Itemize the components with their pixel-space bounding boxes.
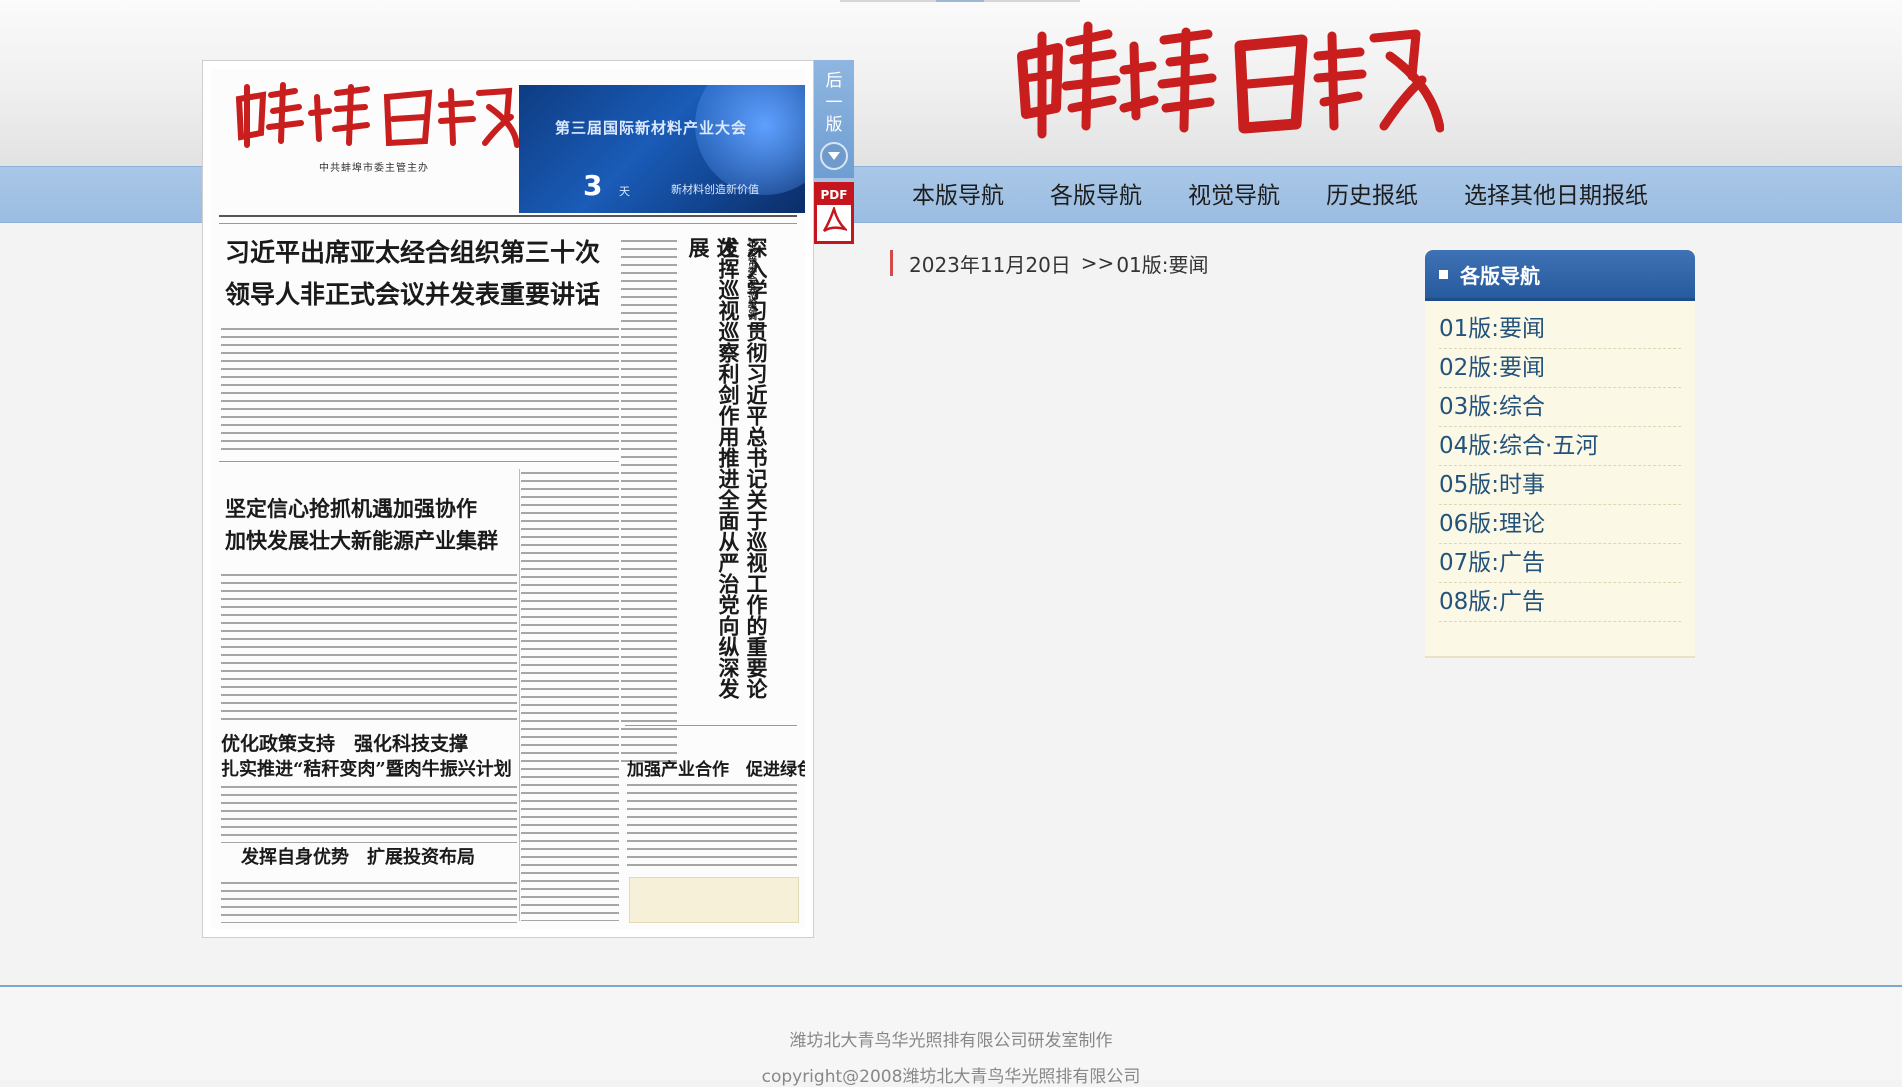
paper-headline-2b: 加快发展壮大新能源产业集群: [225, 528, 498, 553]
paper-nameplate: 中共蚌埠市委主管主办: [219, 79, 519, 179]
paper-text-block: [627, 781, 797, 871]
nav-visual[interactable]: 视觉导航: [1188, 176, 1280, 216]
paper-vertical-headline-2: 发挥巡视巡察利剑作用推进全面从严治党向纵深发展: [686, 237, 741, 699]
sidebar-item-page-07[interactable]: 07版:广告: [1439, 544, 1681, 583]
paper-column-rule: [519, 469, 520, 921]
paper-headline-1b: 领导人非正式会议并发表重要讲话: [225, 280, 601, 309]
pdf-icon: [822, 207, 847, 233]
newspaper-page-image[interactable]: 中共蚌埠市委主管主办 第三届国际新材料产业大会 3 天 新材料创造新价值 习近平…: [202, 60, 814, 938]
paper-headline-5: 加强产业合作 促进绿色发展: [627, 760, 805, 780]
paper-headline-1a: 习近平出席亚太经合组织第三十次: [225, 238, 601, 267]
sidebar-header: 各版导航: [1425, 250, 1695, 298]
paper-banner-ad: 第三届国际新材料产业大会 3 天 新材料创造新价值: [519, 85, 805, 213]
banner-title: 第三届国际新材料产业大会: [555, 119, 748, 137]
paper-headline-2a: 坚定信心抢抓机遇加强协作: [225, 496, 477, 521]
sidebar-item-page-02[interactable]: 02版:要闻: [1439, 349, 1681, 388]
paper-text-block: [221, 325, 619, 455]
paper-headline-4: 发挥自身优势 扩展投资布局: [241, 847, 475, 868]
sidebar-item-page-01[interactable]: 01版:要闻: [1439, 310, 1681, 349]
breadcrumb: 2023年11月20日 >> 01版:要闻: [890, 250, 1209, 277]
banner-glow: [695, 85, 805, 195]
sidebar-item-page-03[interactable]: 03版:综合: [1439, 388, 1681, 427]
nav-all-pages[interactable]: 各版导航: [1050, 176, 1142, 216]
paper-text-block: [621, 237, 677, 767]
paper-text-block: [221, 571, 517, 721]
arrow-down-icon: [820, 142, 848, 170]
paper-text-block: [221, 783, 517, 843]
next-page-label: 后一版: [825, 71, 843, 135]
footer-credit: 潍坊北大青鸟华光照排有限公司研发室制作: [789, 1031, 1113, 1051]
next-page-button[interactable]: 后一版: [814, 60, 854, 178]
breadcrumb-separator: >>: [1080, 251, 1115, 275]
paper-thin-rule: [625, 725, 797, 726]
top-scroll-marks: [840, 0, 1080, 2]
masthead-logo: [1017, 21, 1444, 139]
pdf-label: PDF: [817, 185, 851, 205]
sidebar-item-page-08[interactable]: 08版:广告: [1439, 583, 1681, 622]
sidebar-list: 01版:要闻 02版:要闻 03版:综合 04版:综合·五河 05版:时事 06…: [1439, 310, 1681, 622]
sidebar-item-page-04[interactable]: 04版:综合·五河: [1439, 427, 1681, 466]
main-nav: 本版导航 各版导航 视觉导航 历史报纸 选择其他日期报纸: [912, 176, 1694, 216]
paper-headline-3a: 优化政策支持 强化科技支撑: [221, 733, 469, 755]
sidebar-item-page-05[interactable]: 05版:时事: [1439, 466, 1681, 505]
paper-headline-3b: 扎实推进“秸秆变肉”暨肉牛振兴计划: [221, 759, 512, 780]
nav-select-date[interactable]: 选择其他日期报纸: [1464, 176, 1648, 216]
breadcrumb-date: 2023年11月20日: [909, 252, 1071, 277]
square-bullet-icon: [1439, 270, 1448, 279]
page-nav-sidebar: 各版导航 01版:要闻 02版:要闻 03版:综合 04版:综合·五河 05版:…: [1425, 250, 1695, 658]
paper-text-block: [521, 469, 619, 921]
banner-unit: 天: [619, 185, 630, 198]
breadcrumb-page: 01版:要闻: [1116, 252, 1209, 277]
paper-thin-rule: [219, 223, 797, 224]
paper-nameplate-sub: 中共蚌埠市委主管主办: [319, 163, 429, 174]
banner-tail: 新材料创造新价值: [671, 183, 759, 196]
breadcrumb-accent: [890, 250, 893, 276]
sidebar-title: 各版导航: [1460, 264, 1540, 288]
paper-rule: [219, 215, 797, 217]
newspaper-page: 中共蚌埠市委主管主办 第三届国际新材料产业大会 3 天 新材料创造新价值 习近平…: [211, 69, 805, 929]
nav-current-page[interactable]: 本版导航: [912, 176, 1004, 216]
paper-text-block: [221, 879, 517, 923]
pdf-download-button[interactable]: PDF: [814, 182, 854, 244]
paper-thin-rule: [219, 461, 619, 462]
nav-history[interactable]: 历史报纸: [1326, 176, 1418, 216]
paper-nameplate-logo: [235, 82, 519, 148]
banner-countdown: 3: [583, 169, 603, 202]
sidebar-item-page-06[interactable]: 06版:理论: [1439, 505, 1681, 544]
paper-ad-box: [629, 877, 799, 923]
footer-copyright: copyright@2008潍坊北大青鸟华光照排有限公司: [761, 1067, 1141, 1087]
